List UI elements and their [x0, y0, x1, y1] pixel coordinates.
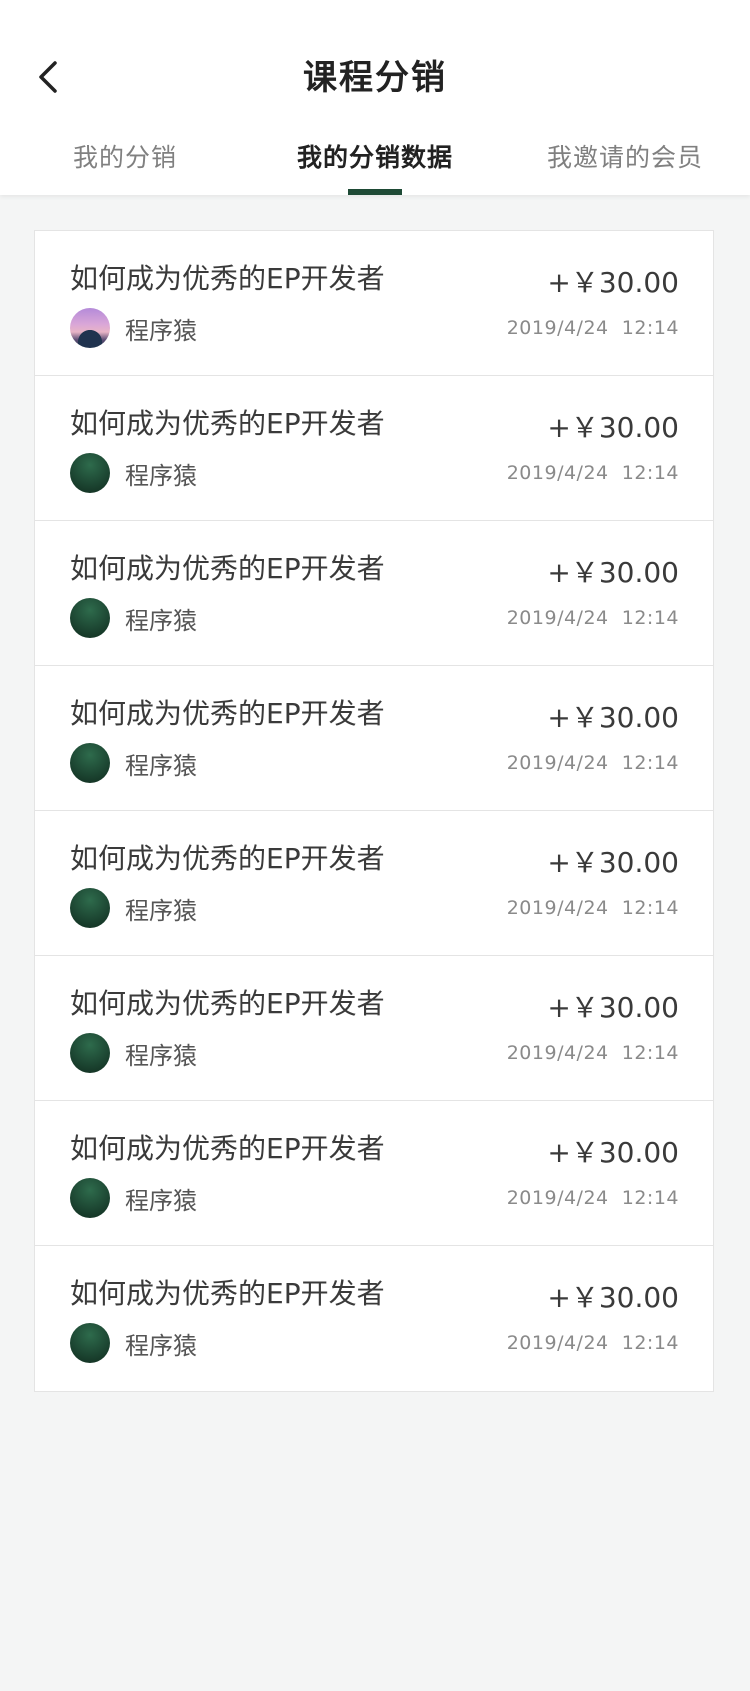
date: 2019/4/24	[506, 1187, 609, 1209]
avatar	[70, 1178, 110, 1218]
avatar	[70, 1033, 110, 1073]
distribution-record-list: 如何成为优秀的EP开发者 +￥30.00 程序猿 2019/4/24 12:14 如何成…	[34, 230, 714, 1392]
list-item[interactable]: 如何成为优秀的EP开发者 +￥30.00 程序猿 2019/4/24 12:14	[35, 1101, 713, 1246]
date: 2019/4/24	[506, 1042, 609, 1064]
date: 2019/4/24	[506, 317, 609, 339]
top-bar: 课程分销 我的分销 我的分销数据 我邀请的会员	[0, 0, 750, 195]
username: 程序猿	[125, 1332, 197, 1360]
tab-label: 我邀请的会员	[546, 143, 703, 172]
avatar	[70, 453, 110, 493]
date: 2019/4/24	[506, 462, 609, 484]
timestamp: 2019/4/24 12:14	[507, 752, 679, 774]
username: 程序猿	[125, 1187, 197, 1215]
tab-bar: 我的分销 我的分销数据 我邀请的会员	[0, 138, 750, 195]
course-title: 如何成为优秀的EP开发者	[70, 1277, 385, 1310]
username: 程序猿	[125, 897, 197, 925]
tab-my-distribution-data[interactable]: 我的分销数据	[250, 138, 500, 195]
time: 12:14	[621, 1042, 679, 1064]
list-item[interactable]: 如何成为优秀的EP开发者 +￥30.00 程序猿 2019/4/24 12:14	[35, 376, 713, 521]
timestamp: 2019/4/24 12:14	[507, 317, 679, 339]
tab-my-distribution[interactable]: 我的分销	[0, 138, 250, 195]
avatar	[70, 308, 110, 348]
commission-amount: +￥30.00	[547, 411, 679, 444]
timestamp: 2019/4/24 12:14	[507, 897, 679, 919]
username: 程序猿	[125, 317, 197, 345]
date: 2019/4/24	[506, 607, 609, 629]
list-item[interactable]: 如何成为优秀的EP开发者 +￥30.00 程序猿 2019/4/24 12:14	[35, 666, 713, 811]
commission-amount: +￥30.00	[547, 701, 679, 734]
time: 12:14	[621, 607, 679, 629]
time: 12:14	[621, 317, 679, 339]
tab-label: 我的分销	[72, 143, 177, 172]
time: 12:14	[621, 897, 679, 919]
username: 程序猿	[125, 462, 197, 490]
course-title: 如何成为优秀的EP开发者	[70, 262, 385, 295]
tab-indicator	[348, 189, 402, 195]
list-item[interactable]: 如何成为优秀的EP开发者 +￥30.00 程序猿 2019/4/24 12:14	[35, 521, 713, 666]
timestamp: 2019/4/24 12:14	[507, 1187, 679, 1209]
avatar	[70, 888, 110, 928]
username: 程序猿	[125, 607, 197, 635]
commission-amount: +￥30.00	[547, 1136, 679, 1169]
list-item[interactable]: 如何成为优秀的EP开发者 +￥30.00 程序猿 2019/4/24 12:14	[35, 231, 713, 376]
avatar	[70, 743, 110, 783]
date: 2019/4/24	[506, 897, 609, 919]
timestamp: 2019/4/24 12:14	[507, 1332, 679, 1354]
course-title: 如何成为优秀的EP开发者	[70, 407, 385, 440]
date: 2019/4/24	[506, 752, 609, 774]
course-title: 如何成为优秀的EP开发者	[70, 987, 385, 1020]
time: 12:14	[621, 752, 679, 774]
commission-amount: +￥30.00	[547, 846, 679, 879]
username: 程序猿	[125, 1042, 197, 1070]
course-title: 如何成为优秀的EP开发者	[70, 1132, 385, 1165]
username: 程序猿	[125, 752, 197, 780]
avatar	[70, 598, 110, 638]
tab-label: 我的分销数据	[296, 143, 453, 172]
course-title: 如何成为优秀的EP开发者	[70, 697, 385, 730]
list-item[interactable]: 如何成为优秀的EP开发者 +￥30.00 程序猿 2019/4/24 12:14	[35, 811, 713, 956]
commission-amount: +￥30.00	[547, 266, 679, 299]
commission-amount: +￥30.00	[547, 991, 679, 1024]
timestamp: 2019/4/24 12:14	[507, 462, 679, 484]
course-title: 如何成为优秀的EP开发者	[70, 552, 385, 585]
page-title: 课程分销	[303, 58, 447, 98]
avatar	[70, 1323, 110, 1363]
timestamp: 2019/4/24 12:14	[507, 607, 679, 629]
date: 2019/4/24	[506, 1332, 609, 1354]
tab-invited-members[interactable]: 我邀请的会员	[500, 138, 750, 195]
list-item[interactable]: 如何成为优秀的EP开发者 +￥30.00 程序猿 2019/4/24 12:14	[35, 956, 713, 1101]
time: 12:14	[621, 1187, 679, 1209]
course-title: 如何成为优秀的EP开发者	[70, 842, 385, 875]
commission-amount: +￥30.00	[547, 556, 679, 589]
time: 12:14	[621, 1332, 679, 1354]
commission-amount: +￥30.00	[547, 1281, 679, 1314]
list-item[interactable]: 如何成为优秀的EP开发者 +￥30.00 程序猿 2019/4/24 12:14	[35, 1246, 713, 1391]
timestamp: 2019/4/24 12:14	[507, 1042, 679, 1064]
time: 12:14	[621, 462, 679, 484]
